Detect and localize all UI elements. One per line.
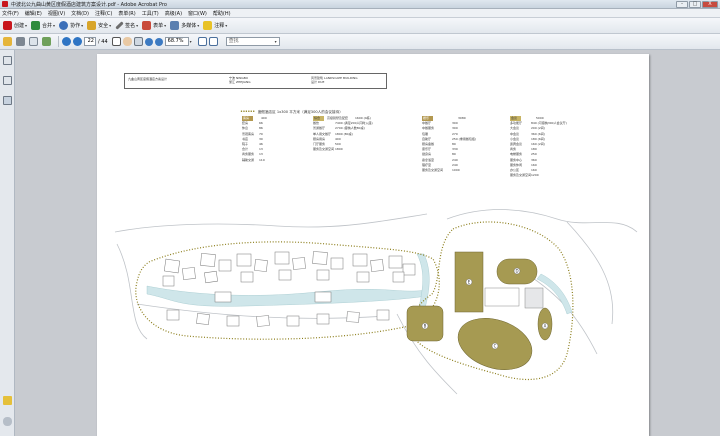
multimedia-label: 多媒体 <box>181 23 197 29</box>
multimedia-icon <box>170 21 180 30</box>
site-plan: A B C D E <box>114 209 638 395</box>
signatures-panel-icon[interactable] <box>3 96 12 105</box>
find-placeholder: 查找 <box>228 38 239 44</box>
navigation-toolbar: 22 / 44 68.7% ▾ 查找 ▾ <box>0 34 720 50</box>
multimedia-button[interactable]: 多媒体 ▾ <box>170 20 199 32</box>
combine-button[interactable]: 合并 ▾ <box>31 20 55 32</box>
combine-label: 合并 <box>42 23 53 29</box>
document-pane[interactable]: 九曲山黄区度假酒店方案设计 宁波 NINGBO 浙江 ZHEJIANG 风景建筑… <box>15 50 720 436</box>
comment-label: 注释 <box>214 23 225 29</box>
secure-label: 安全 <box>98 23 109 29</box>
forms-button[interactable]: 表单 ▾ <box>142 20 166 32</box>
zoom-level-input[interactable]: 68.7% <box>164 37 189 46</box>
next-page-icon[interactable] <box>73 37 82 46</box>
comments-panel-icon[interactable] <box>3 396 12 405</box>
forms-icon <box>142 21 152 30</box>
menu-forms[interactable]: 表单(R) <box>118 10 135 17</box>
zoom-in-icon[interactable] <box>154 37 163 46</box>
menu-document[interactable]: 文档(D) <box>71 10 89 17</box>
menu-help[interactable]: 帮助(H) <box>213 10 231 17</box>
label-b: B <box>424 324 427 329</box>
marquee-zoom-icon[interactable] <box>133 37 143 46</box>
select-tool-icon[interactable] <box>111 37 121 46</box>
menu-edit[interactable]: 编辑(E) <box>25 10 42 17</box>
menu-tools[interactable]: 工具(T) <box>142 10 159 17</box>
fit-page-icon[interactable] <box>197 37 207 46</box>
page-total: / 44 <box>98 38 108 45</box>
sign-button[interactable]: 签名 ▾ <box>115 20 138 32</box>
previous-page-icon[interactable] <box>62 37 71 46</box>
find-dropdown-icon[interactable]: ▾ <box>275 38 277 45</box>
create-label: 创建 <box>14 23 25 29</box>
label-d: D <box>515 269 518 274</box>
comment-button[interactable]: 注释 ▾ <box>203 20 227 32</box>
lock-icon <box>87 21 97 30</box>
find-input[interactable]: 查找 ▾ <box>225 37 280 46</box>
window-titlebar: 中波北公九曲山黄区度假酒店建筑方案设计.pdf - Adobe Acrobat … <box>0 0 720 9</box>
fit-width-icon[interactable] <box>208 37 218 46</box>
menu-file[interactable]: 文件(F) <box>2 10 19 17</box>
separator <box>58 36 59 47</box>
acrobat-icon <box>2 1 8 7</box>
villa-buildings <box>162 251 416 327</box>
page-number-input[interactable]: 22 <box>84 37 96 46</box>
minimize-button[interactable]: - <box>676 1 688 8</box>
bookmarks-panel-icon[interactable] <box>3 76 12 85</box>
navigation-pane <box>0 50 15 436</box>
menubar: 文件(F) 编辑(E) 视图(V) 文档(D) 注释(C) 表单(R) 工具(T… <box>0 9 720 18</box>
task-toolbar: 创建 ▾ 合并 ▾ 协作 ▾ 安全 ▾ 签名 ▾ 表单 ▾ 多媒体 ▾ 注释 ▾ <box>0 18 720 34</box>
window-controls: - □ X <box>676 1 718 8</box>
create-button[interactable]: 创建 ▾ <box>3 20 27 32</box>
maximize-button[interactable]: □ <box>689 1 701 8</box>
print-icon[interactable] <box>16 37 25 46</box>
label-a: A <box>544 324 547 329</box>
combine-icon <box>31 21 41 30</box>
secure-button[interactable]: 安全 ▾ <box>87 20 111 32</box>
label-c: C <box>494 344 497 349</box>
zoom-out-icon[interactable] <box>144 37 153 46</box>
attach-icon[interactable] <box>42 37 51 46</box>
collaborate-label: 协作 <box>70 23 81 29</box>
menu-advanced[interactable]: 高级(A) <box>165 10 182 17</box>
collaborate-icon <box>59 21 69 30</box>
menu-window[interactable]: 窗口(W) <box>188 10 207 17</box>
comment-icon <box>203 21 213 30</box>
close-button[interactable]: X <box>702 1 718 8</box>
window-title: 中波北公九曲山黄区度假酒店建筑方案设计.pdf - Adobe Acrobat … <box>11 1 167 8</box>
sign-label: 签名 <box>125 23 136 29</box>
hand-tool-icon[interactable] <box>122 37 132 46</box>
attachments-panel-icon[interactable] <box>3 417 12 426</box>
create-pdf-icon <box>3 21 12 30</box>
email-icon[interactable] <box>29 37 38 46</box>
open-folder-icon[interactable] <box>3 37 12 46</box>
pen-icon <box>115 21 124 30</box>
menu-view[interactable]: 视图(V) <box>48 10 65 17</box>
menu-comments[interactable]: 注释(C) <box>95 10 112 17</box>
collaborate-button[interactable]: 协作 ▾ <box>59 20 83 32</box>
pages-panel-icon[interactable] <box>3 56 12 65</box>
forms-label: 表单 <box>153 23 164 29</box>
pdf-page: 九曲山黄区度假酒店方案设计 宁波 NINGBO 浙江 ZHEJIANG 风景建筑… <box>97 54 649 436</box>
zoom-dropdown-icon[interactable]: ▾ <box>190 39 192 44</box>
